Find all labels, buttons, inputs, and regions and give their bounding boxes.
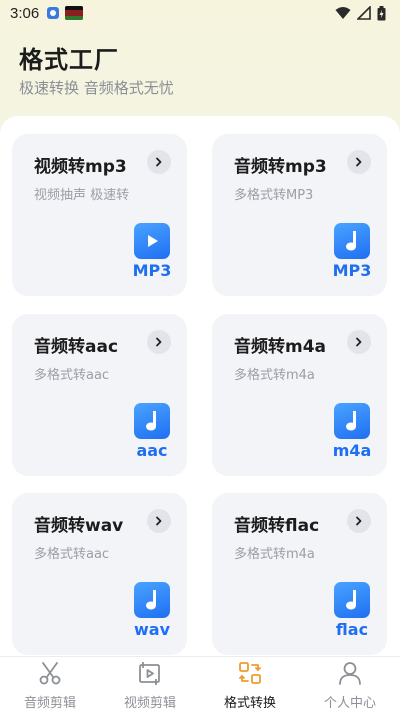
card-subtitle: 多格式转aac	[34, 547, 110, 562]
file-format-label: MP3	[132, 261, 172, 280]
card-title: 音频转flac	[234, 516, 320, 536]
card-subtitle: 多格式转MP3	[234, 188, 314, 203]
card-subtitle: 视频抽声 极速转	[34, 188, 130, 203]
music-note-icon	[334, 582, 370, 618]
page-title: 格式工厂	[19, 46, 119, 74]
card-audio-to-wav[interactable]: 音频转wav 多格式转aac wav	[12, 493, 187, 655]
card-title: 音频转mp3	[234, 157, 327, 177]
card-subtitle: 多格式转m4a	[234, 368, 315, 383]
status-time: 3:06	[10, 4, 40, 22]
card-audio-to-aac[interactable]: 音频转aac 多格式转aac aac	[12, 314, 187, 476]
file-format-label: aac	[136, 441, 168, 460]
nav-item-format-convert[interactable]: 格式转换	[200, 657, 300, 711]
card-title: 音频转m4a	[234, 337, 327, 357]
nav-label: 视频剪辑	[123, 696, 176, 711]
chevron-right-icon[interactable]	[147, 509, 171, 533]
card-title: 视频转mp3	[34, 157, 127, 177]
card-audio-to-flac[interactable]: 音频转flac 多格式转m4a flac	[212, 493, 387, 655]
nav-item-profile[interactable]: 个人中心	[300, 657, 400, 711]
play-icon	[134, 223, 170, 259]
chevron-right-icon[interactable]	[347, 330, 371, 354]
nav-item-video-edit[interactable]: 视频剪辑	[100, 657, 200, 711]
wifi-icon	[335, 7, 351, 19]
app-notification-icon	[47, 7, 60, 19]
chevron-right-icon[interactable]	[347, 509, 371, 533]
chevron-right-icon[interactable]	[147, 150, 171, 174]
nav-label: 个人中心	[323, 696, 376, 711]
aac-file-icon: aac	[134, 403, 170, 461]
flac-file-icon: flac	[334, 582, 370, 640]
nav-item-audio-edit[interactable]: 音频剪辑	[0, 657, 100, 711]
chevron-right-icon[interactable]	[347, 150, 371, 174]
card-audio-to-mp3[interactable]: 音频转mp3 多格式转MP3 MP3	[212, 134, 387, 296]
convert-icon	[236, 659, 264, 686]
card-audio-to-m4a[interactable]: 音频转m4a 多格式转m4a m4a	[212, 314, 387, 476]
music-note-icon	[334, 403, 370, 439]
card-video-to-mp3[interactable]: 视频转mp3 视频抽声 极速转 MP3	[12, 134, 187, 296]
bottom-nav: 音频剪辑 视频剪辑 格式转换 个人中心	[0, 656, 400, 711]
nav-label: 格式转换	[223, 696, 276, 711]
flag-notification-icon	[65, 6, 84, 20]
wav-file-icon: wav	[134, 582, 170, 640]
file-format-label: flac	[335, 620, 369, 639]
battery-icon	[377, 5, 386, 20]
file-format-label: wav	[133, 620, 170, 639]
card-subtitle: 多格式转aac	[34, 368, 110, 383]
nav-label: 音频剪辑	[23, 696, 76, 711]
status-bar: 3:06	[0, 0, 400, 26]
signal-icon	[357, 6, 371, 20]
card-title: 音频转wav	[34, 516, 124, 536]
mp3-file-icon: MP3	[133, 223, 171, 281]
person-icon	[336, 659, 364, 686]
file-format-label: MP3	[332, 261, 372, 280]
video-edit-icon	[136, 659, 164, 686]
mp3-file-icon: MP3	[333, 223, 371, 281]
scissors-icon	[36, 659, 64, 686]
chevron-right-icon[interactable]	[147, 330, 171, 354]
m4a-file-icon: m4a	[333, 403, 371, 461]
card-title: 音频转aac	[34, 337, 119, 357]
card-subtitle: 多格式转m4a	[234, 547, 315, 562]
page-subtitle: 极速转换 音频格式无忧	[19, 79, 174, 97]
converter-grid: 视频转mp3 视频抽声 极速转 MP3 音频转mp3 多格式转MP3 MP3 音…	[0, 116, 400, 656]
music-note-icon	[334, 223, 370, 259]
music-note-icon	[134, 403, 170, 439]
file-format-label: m4a	[332, 441, 372, 460]
music-note-icon	[134, 582, 170, 618]
